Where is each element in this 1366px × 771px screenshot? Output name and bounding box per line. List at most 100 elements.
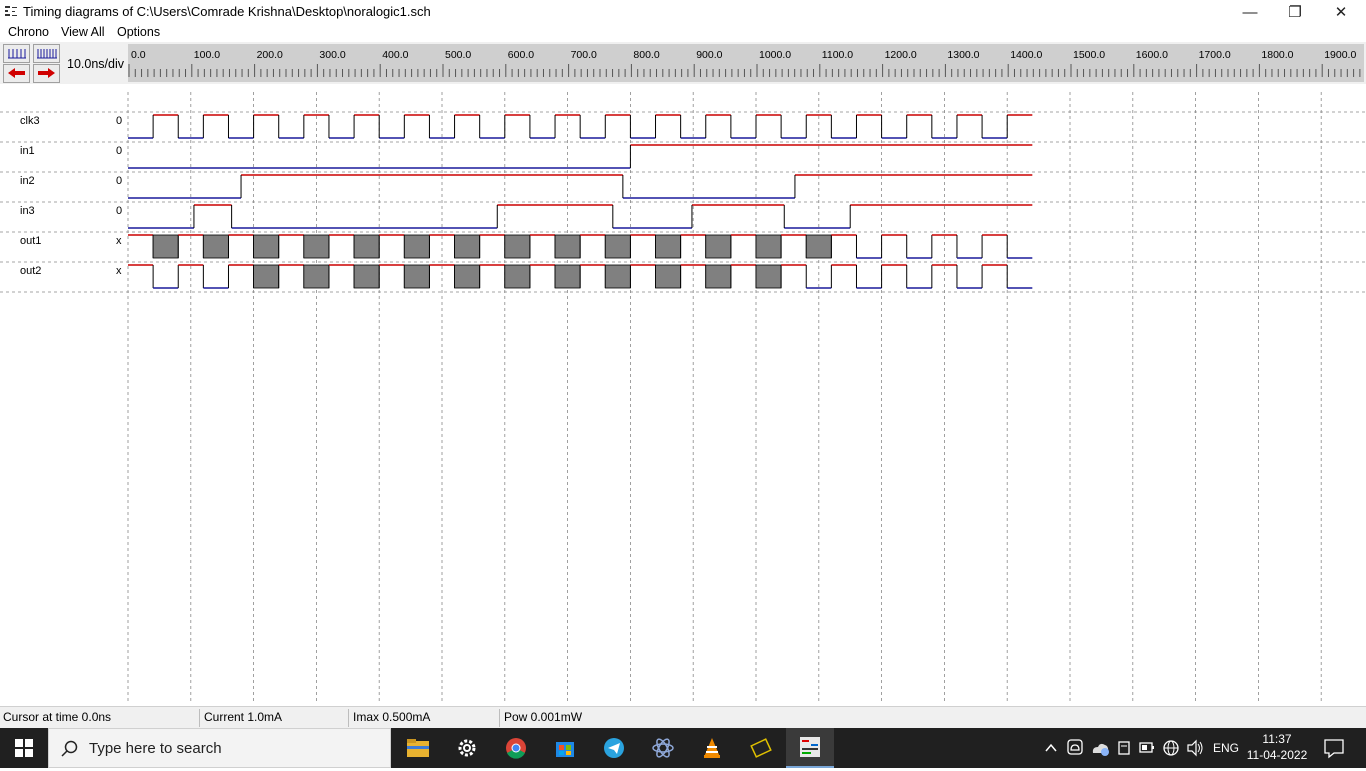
close-button[interactable]: ✕ [1318,0,1364,24]
cloud-icon [1067,739,1083,755]
tray-language[interactable]: ENG [1211,728,1241,768]
taskbar: Type here to search ENG 11:37 11-04-2022 [0,728,1366,768]
search-icon [61,740,78,757]
ruler-label: 600.0 [508,49,534,61]
chevron-up-icon [1045,743,1057,752]
taskbar-app-atom[interactable] [639,728,687,768]
signal-name-out2[interactable]: out2 [20,265,41,277]
out2-unknown-block [655,264,682,289]
windows-icon [15,739,33,757]
scroll-left-button[interactable] [3,64,30,83]
status-current: Current 1.0mA [201,709,349,727]
title-bar: Timing diagrams of C:\Users\Comrade Kris… [0,0,1366,24]
vlc-icon [704,738,720,758]
status-cursor: Cursor at time 0.0ns [0,709,200,727]
tray-battery[interactable] [1137,728,1157,768]
speaker-icon [1187,739,1203,757]
tray-clock[interactable]: 11:37 11-04-2022 [1246,728,1308,768]
time-ruler[interactable]: 0.0 100.0 200.0 300.0 400.0 500.0 600.0 700.0 80… [128,44,1364,82]
minimize-button[interactable]: — [1227,0,1273,24]
out1-unknown-block [604,234,631,259]
signal-initial-value: 0 [116,145,123,157]
zoom-in-button[interactable] [33,44,60,63]
maximize-button[interactable]: ❐ [1272,0,1318,24]
signal-initial-value: x [116,235,122,247]
menu-options[interactable]: Options [117,25,160,39]
zoom-out-button[interactable] [3,44,30,63]
taskbar-store[interactable] [541,728,589,768]
tray-volume[interactable] [1185,728,1205,768]
status-power: Pow 0.001mW [504,710,583,724]
chrome-icon [506,738,526,759]
globe-icon [1163,740,1179,756]
tray-network[interactable] [1161,728,1181,768]
ruler-label: 1300.0 [947,49,979,61]
ruler-label: 1900.0 [1324,49,1356,61]
ruler-label: 300.0 [319,49,345,61]
ruler-label: 400.0 [382,49,408,61]
ruler-label: 1700.0 [1199,49,1231,61]
out2-unknown-block [403,264,430,289]
signal-initial-value: 0 [116,205,123,217]
out2-unknown-block [554,264,581,289]
out1-unknown-block [554,234,581,259]
menu-view-all[interactable]: View All [61,25,105,39]
ruler-label: 1100.0 [822,49,853,61]
signal-name-out1[interactable]: out1 [20,235,41,247]
taskbar-chrome[interactable] [492,728,540,768]
scroll-right-button[interactable] [33,64,60,83]
out2-unknown-block [303,264,330,289]
taskbar-settings[interactable] [443,728,491,768]
tray-device[interactable] [1115,728,1133,768]
ruler-label: 1000.0 [759,49,791,61]
atom-icon [652,738,674,758]
battery-icon [1139,742,1154,753]
search-placeholder: Type here to search [89,740,222,757]
taskbar-telegram[interactable] [590,728,638,768]
window-title: Timing diagrams of C:\Users\Comrade Kris… [23,4,431,19]
zoom-out-icon [8,49,26,59]
signal-name-in2[interactable]: in2 [20,175,35,187]
ruler-label: 1800.0 [1261,49,1293,61]
signal-name-clk3[interactable]: clk3 [20,115,40,127]
tray-onedrive[interactable] [1065,728,1085,768]
clock-time: 11:37 [1262,732,1292,746]
menu-bar: Chrono View All Options [0,24,1366,42]
out2-unknown-block [454,264,481,289]
signal-name-in1[interactable]: in1 [20,145,35,157]
ruler-label: 200.0 [257,49,283,61]
taskbar-chip-app[interactable] [737,728,785,768]
weather-icon [1092,743,1109,756]
signal-initial-value: 0 [116,175,123,187]
ruler-label: 100.0 [194,49,220,61]
menu-chrono[interactable]: Chrono [8,25,49,39]
folder-icon [407,739,429,757]
out1-unknown-block [353,234,380,259]
timing-plot[interactable]: clk3 0 in1 0 in2 0 in3 0 out1 x out2 x [0,84,1366,706]
waveform-canvas [0,92,1366,704]
ruler-label: 1500.0 [1073,49,1105,61]
out1-unknown-block [705,234,732,259]
out2-unknown-block [705,264,732,289]
out2-unknown-block [504,264,531,289]
chip-icon [750,738,772,758]
taskbar-search[interactable]: Type here to search [48,728,391,768]
arrow-left-icon [8,68,25,78]
ruler-label: 1200.0 [885,49,917,61]
out1-unknown-block [303,234,330,259]
out2-unknown-block [604,264,631,289]
taskbar-vlc[interactable] [688,728,736,768]
ruler-label: 1600.0 [1136,49,1168,61]
arrow-right-icon [38,68,55,78]
ruler-label: 0.0 [131,49,146,61]
taskbar-dsch-active[interactable] [786,728,834,768]
notification-icon [1324,739,1344,759]
signal-name-in3[interactable]: in3 [20,205,35,217]
out1-unknown-block [454,234,481,259]
tray-weather[interactable] [1089,728,1111,768]
tray-notifications[interactable] [1322,728,1346,768]
taskbar-file-explorer[interactable] [394,728,442,768]
start-button[interactable] [0,728,48,768]
out1-unknown-block [202,234,229,259]
tray-show-hidden[interactable] [1043,728,1059,768]
